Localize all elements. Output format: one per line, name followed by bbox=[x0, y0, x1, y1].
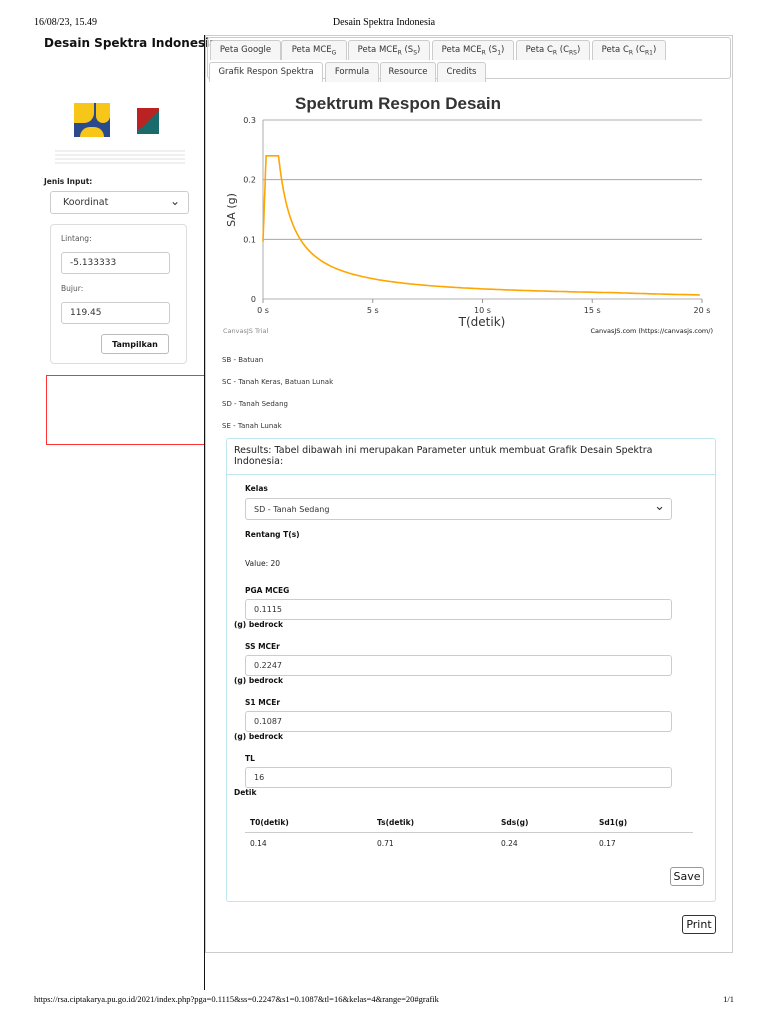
kelas-value: SD - Tanah Sedang bbox=[254, 504, 330, 514]
ss-unit: (g) bedrock bbox=[234, 676, 283, 685]
spectrum-line bbox=[262, 155, 700, 296]
input-type-value: Koordinat bbox=[63, 197, 109, 208]
tab-label: Peta C bbox=[525, 45, 553, 55]
table-cell: 0.14 bbox=[250, 839, 267, 848]
s1-input[interactable]: 0.1087 bbox=[245, 711, 672, 732]
tab-suffix: (S bbox=[485, 45, 498, 55]
tab-label: Peta Google bbox=[219, 45, 272, 55]
tab-peta-c-r1[interactable]: Peta CR (CR1) bbox=[592, 40, 666, 60]
tab-formula[interactable]: Formula bbox=[325, 62, 379, 82]
ss-label: SS MCEr bbox=[245, 642, 280, 651]
kelas-label: Kelas bbox=[245, 484, 268, 493]
print-button[interactable]: Print bbox=[682, 915, 716, 934]
tab-end: ) bbox=[577, 45, 581, 55]
input-type-label: Jenis Input: bbox=[44, 177, 93, 186]
table-header-line bbox=[245, 832, 693, 833]
input-type-select[interactable]: Koordinat ⌄ bbox=[50, 191, 189, 214]
pu-logo bbox=[74, 103, 110, 137]
tab-resource[interactable]: Resource bbox=[380, 62, 436, 82]
tab-label: Peta MCE bbox=[291, 45, 332, 55]
tab-label: Grafik Respon Spektra bbox=[218, 67, 314, 77]
x-axis-label: T(detik) bbox=[458, 315, 506, 329]
tab-sub: G bbox=[331, 49, 337, 57]
tab-label: Peta C bbox=[601, 45, 629, 55]
ss-input[interactable]: 0.2247 bbox=[245, 655, 672, 676]
range-value: Value: 20 bbox=[245, 559, 281, 568]
table-cell: 0.71 bbox=[377, 839, 394, 848]
y-tick-label: 0.3 bbox=[243, 116, 256, 125]
show-button[interactable]: Tampilkan bbox=[101, 334, 169, 354]
tab-sub2: R1 bbox=[645, 49, 654, 57]
print-page: 1/1 bbox=[723, 994, 734, 1004]
lon-label: Bujur: bbox=[61, 284, 84, 293]
tab-label: Formula bbox=[334, 67, 370, 77]
y-tick-label: 0.1 bbox=[243, 235, 256, 244]
site-class-item: SB - Batuan bbox=[222, 356, 264, 364]
tab-peta-mce-1[interactable]: Peta MCER (S1) bbox=[432, 40, 514, 60]
range-label: Rentang T(s) bbox=[245, 530, 300, 539]
tl-unit: Detik bbox=[234, 788, 257, 797]
table-cell: 0.24 bbox=[501, 839, 518, 848]
tab-peta-mce-g[interactable]: Peta MCEG bbox=[281, 40, 347, 60]
s1-label: S1 MCEr bbox=[245, 698, 281, 707]
x-tick-label: 20 s bbox=[694, 306, 711, 315]
tab-label: Resource bbox=[388, 67, 428, 77]
results-heading: Results: Tabel dibawah ini merupakan Par… bbox=[234, 445, 653, 467]
canvasjs-trial: CanvasJS Trial bbox=[223, 327, 268, 335]
tab-suffix: (C bbox=[633, 45, 646, 55]
x-tick-label: 10 s bbox=[474, 306, 491, 315]
x-tick-label: 0 s bbox=[257, 306, 269, 315]
spectrum-chart: Spektrum Respon Desain 0 0.1 0.2 0.3 0 s 5 s 1… bbox=[223, 94, 713, 335]
tab-peta-google[interactable]: Peta Google bbox=[210, 40, 281, 60]
tl-input[interactable]: 16 bbox=[245, 767, 672, 788]
tab-peta-c-rs[interactable]: Peta CR (CRS) bbox=[516, 40, 590, 60]
tab-credits[interactable]: Credits bbox=[437, 62, 486, 82]
kelas-select[interactable]: SD - Tanah Sedang ⌄ bbox=[245, 498, 672, 520]
tab-end: ) bbox=[501, 45, 505, 55]
y-axis-label: SA (g) bbox=[225, 193, 238, 227]
table-header: Ts(detik) bbox=[377, 818, 415, 827]
lon-input[interactable]: 119.45 bbox=[61, 302, 170, 324]
y-tick-label: 0 bbox=[251, 295, 256, 304]
table-header: T0(detik) bbox=[250, 818, 289, 827]
tl-label: TL bbox=[245, 754, 255, 763]
pga-label: PGA MCEG bbox=[245, 586, 290, 595]
tab-sub2: RS bbox=[569, 49, 577, 57]
tab-end: ) bbox=[653, 45, 657, 55]
s1-unit: (g) bedrock bbox=[234, 732, 283, 741]
sidebar-title: Desain Spektra Indonesia bbox=[44, 36, 218, 50]
logo-caption bbox=[55, 150, 185, 164]
table-header: Sds(g) bbox=[501, 818, 529, 827]
results-divider bbox=[226, 474, 716, 475]
tab-grafik-respon-spektra[interactable]: Grafik Respon Spektra bbox=[209, 62, 323, 82]
tab-suffix: (S bbox=[401, 45, 414, 55]
pga-unit: (g) bedrock bbox=[234, 620, 283, 629]
tab-label: Peta MCE bbox=[441, 45, 482, 55]
x-tick-label: 5 s bbox=[367, 306, 379, 315]
canvasjs-credit[interactable]: CanvasJS.com (https://canvasjs.com/) bbox=[590, 327, 713, 335]
tab-end: ) bbox=[417, 45, 421, 55]
tab-suffix: (C bbox=[557, 45, 570, 55]
lat-label: Lintang: bbox=[61, 234, 92, 243]
y-tick-label: 0.2 bbox=[243, 176, 256, 185]
table-cell: 0.17 bbox=[599, 839, 616, 848]
site-class-item: SD - Tanah Sedang bbox=[222, 400, 288, 408]
tab-peta-mce-s[interactable]: Peta MCER (SS) bbox=[348, 40, 430, 60]
tab-label: Credits bbox=[446, 67, 477, 77]
print-title: Desain Spektra Indonesia bbox=[332, 17, 436, 28]
lat-input[interactable]: -5.133333 bbox=[61, 252, 170, 274]
pga-input[interactable]: 0.1115 bbox=[245, 599, 672, 620]
tab-label: Peta MCE bbox=[357, 45, 398, 55]
x-tick-label: 15 s bbox=[584, 306, 601, 315]
pusgen-logo bbox=[137, 108, 159, 134]
site-class-item: SC - Tanah Keras, Batuan Lunak bbox=[222, 378, 334, 386]
chevron-down-icon: ⌄ bbox=[654, 499, 665, 514]
print-url: https://rsa.ciptakarya.pu.go.id/2021/ind… bbox=[34, 994, 439, 1004]
red-empty-box bbox=[46, 375, 206, 445]
save-button[interactable]: Save bbox=[670, 867, 704, 886]
chevron-down-icon: ⌄ bbox=[169, 194, 180, 208]
table-header: Sd1(g) bbox=[599, 818, 628, 827]
chart-title: Spektrum Respon Desain bbox=[295, 94, 501, 113]
site-class-item: SE - Tanah Lunak bbox=[222, 422, 282, 430]
